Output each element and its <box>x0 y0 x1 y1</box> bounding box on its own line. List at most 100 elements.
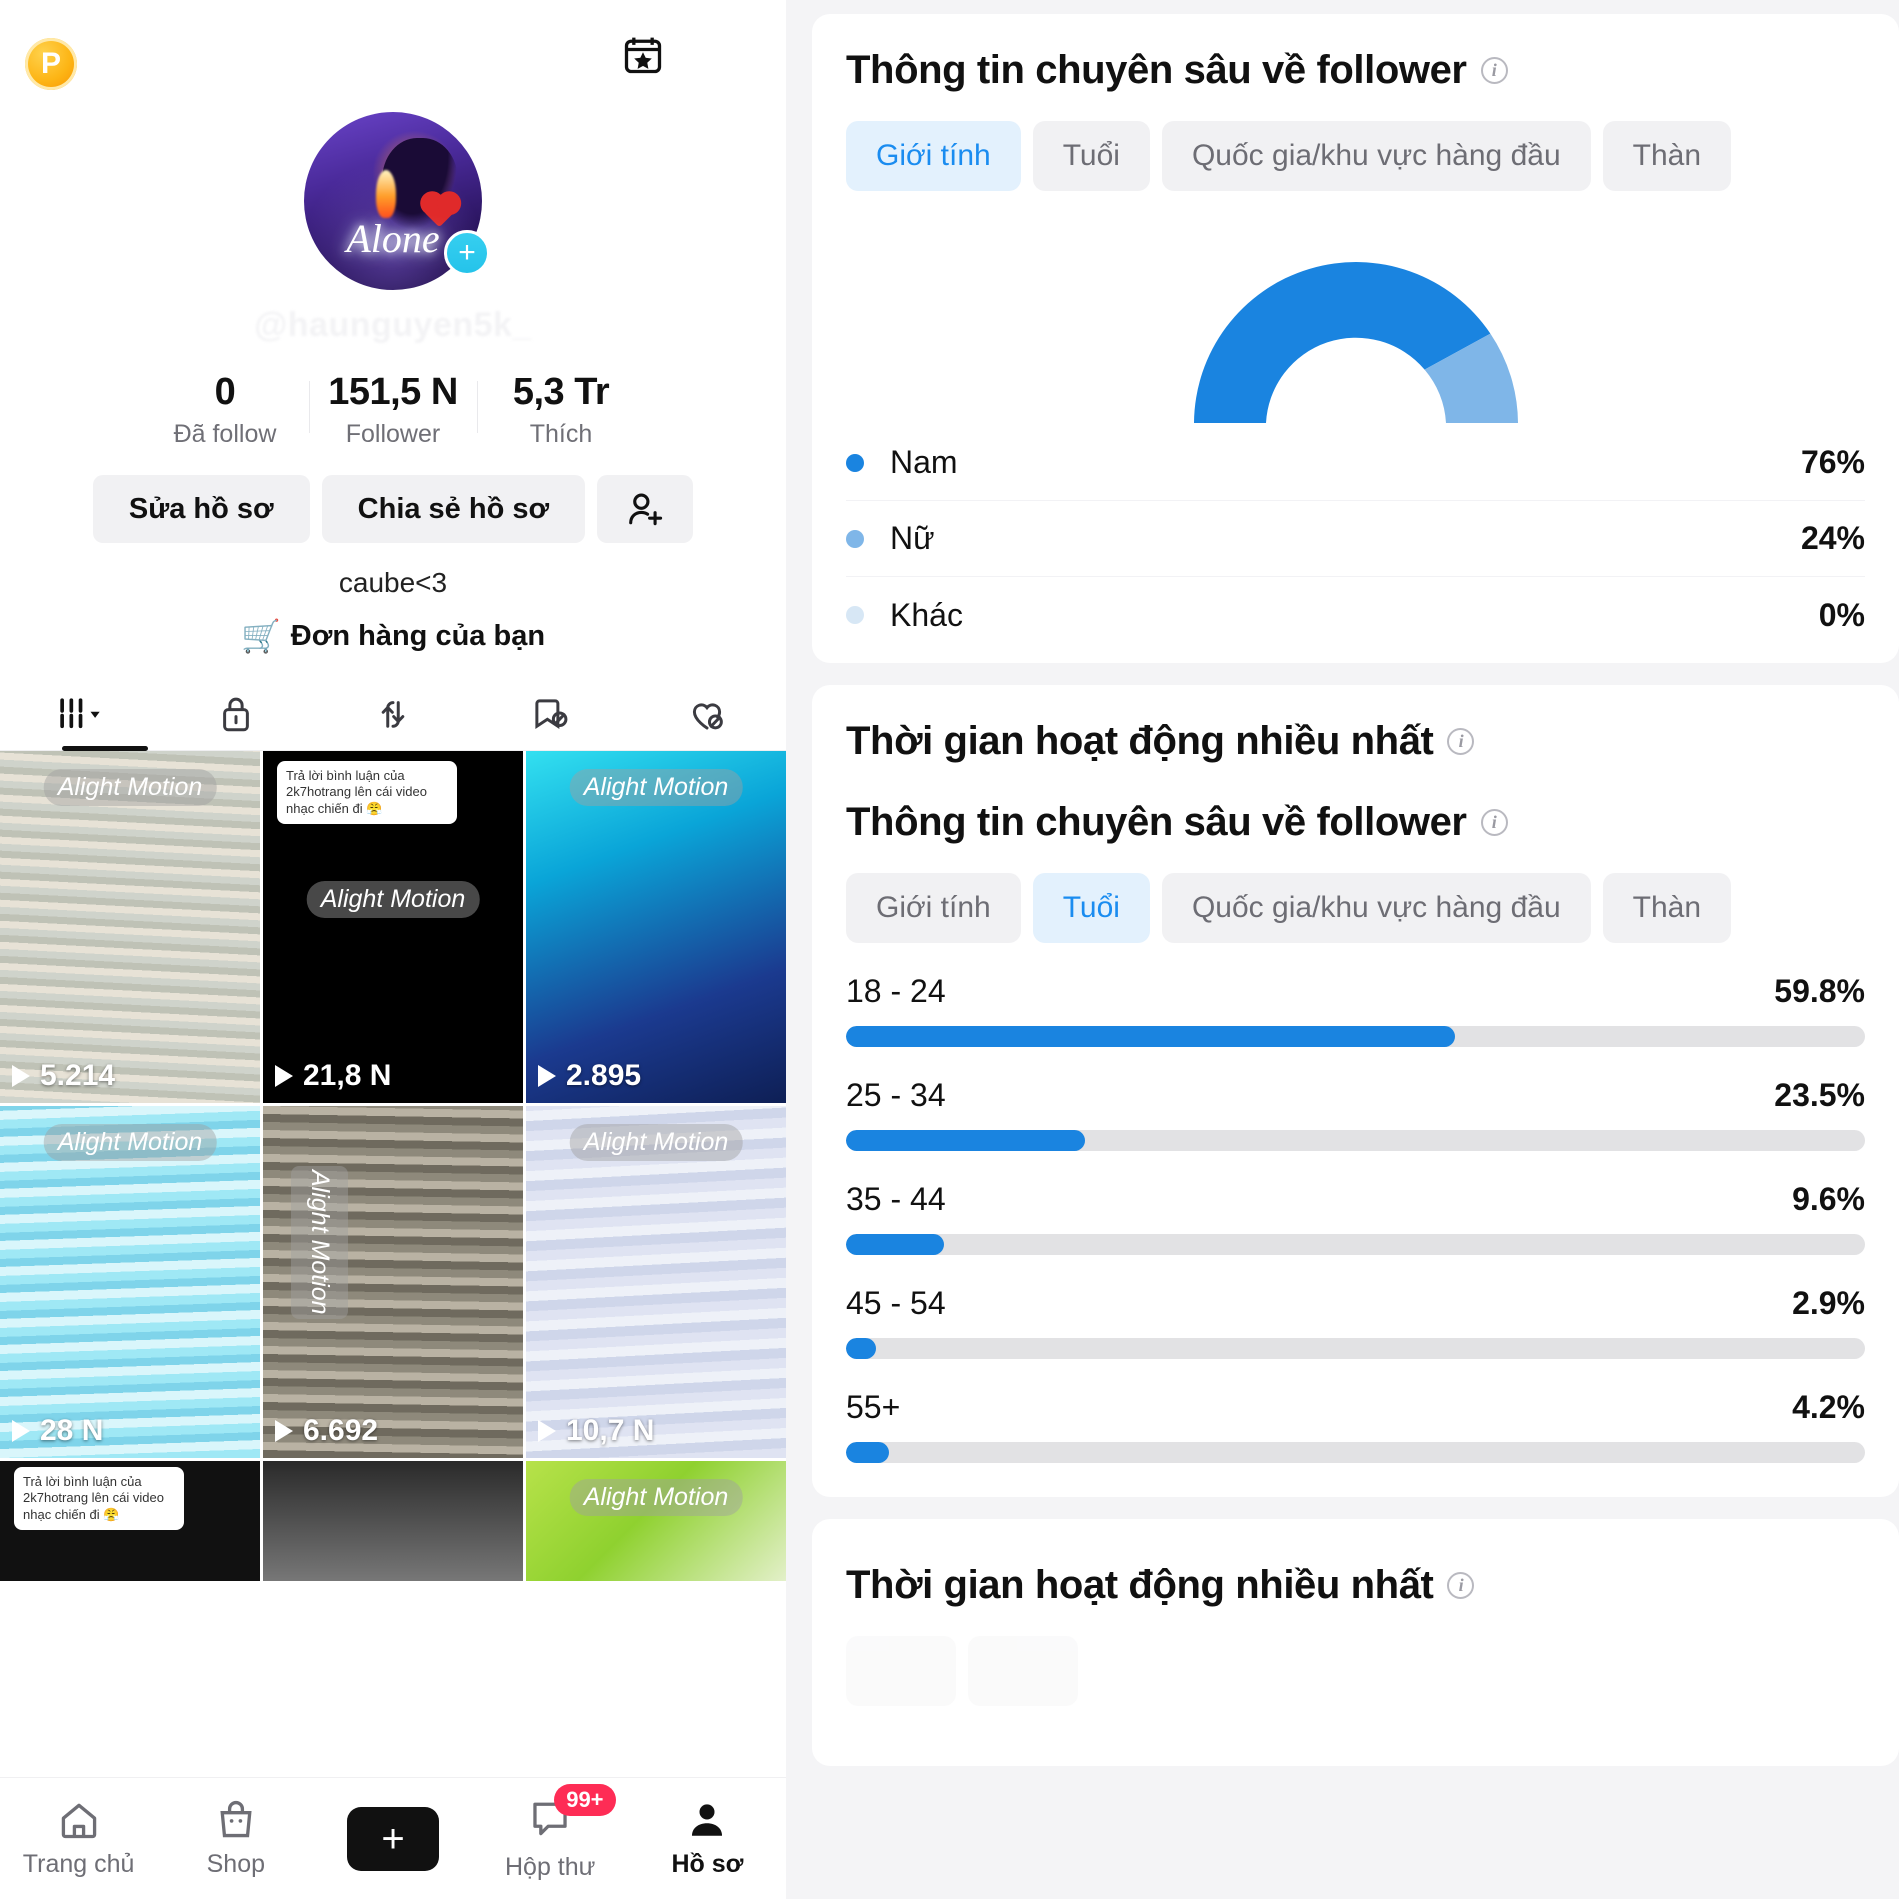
age-label: 18 - 24 <box>846 973 946 1009</box>
video-cell[interactable]: Alight Motion <box>526 1461 786 1581</box>
stat-label: Thích <box>529 420 593 448</box>
legend-dot <box>846 529 864 548</box>
chip-quoc-gia[interactable]: Quốc gia/khu vực hàng đầu <box>1161 121 1591 191</box>
video-views: 21,8 N <box>275 1059 391 1093</box>
nav-item-create[interactable]: + <box>314 1806 471 1871</box>
nav-label: Shop <box>206 1850 265 1878</box>
info-icon[interactable]: i <box>1480 809 1508 836</box>
nav-label: Hộp thư <box>505 1852 596 1881</box>
play-icon <box>275 1420 293 1442</box>
nav-label: Trang chủ <box>22 1850 135 1878</box>
watermark-label: Alight Motion <box>306 881 480 918</box>
tab-saved-hidden[interactable] <box>472 677 629 750</box>
chip-quoc-gia[interactable]: Quốc gia/khu vực hàng đầu <box>1161 873 1591 943</box>
video-cell[interactable]: Trả lời bình luận của 2k7hotrang lên cái… <box>263 751 523 1103</box>
age-row: 45 - 54 2.9% <box>846 1285 1865 1359</box>
info-icon[interactable]: i <box>1447 728 1475 755</box>
tab-private-lock[interactable] <box>157 677 314 750</box>
chip-thanh-pho[interactable]: Thàn <box>1602 121 1732 191</box>
stat-label: Follower <box>345 420 441 448</box>
calendar-star-icon[interactable] <box>620 32 666 78</box>
card-title-text: Thông tin chuyên sâu về follower <box>846 48 1467 92</box>
video-grid: Alight Motion 5.214 Trả lời bình luận củ… <box>0 751 786 1581</box>
tab-liked-hidden[interactable] <box>629 677 786 750</box>
chip-placeholder-1[interactable] <box>846 1636 957 1706</box>
nav-item-profile[interactable]: Hồ sơ <box>629 1798 786 1879</box>
age-bar-track <box>846 1130 1865 1151</box>
card-title: Thông tin chuyên sâu về follower i <box>846 48 1865 93</box>
tab-posts-grid[interactable] <box>0 677 157 750</box>
watermark-label: Alight Motion <box>569 1124 743 1161</box>
top-bar-icons <box>620 32 750 78</box>
video-cell[interactable]: Alight Motion 28 N <box>0 1106 260 1458</box>
stat-likes[interactable]: 5,3 Tr Thích <box>477 371 645 449</box>
nav-item-home[interactable]: Trang chủ <box>0 1798 157 1879</box>
legend-label: Khác <box>890 596 963 633</box>
your-orders-link[interactable]: 🛒 Đơn hàng của bạn <box>0 617 786 655</box>
info-icon[interactable]: i <box>1447 1572 1475 1599</box>
video-cell[interactable]: Trả lời bình luận của 2k7hotrang lên cái… <box>0 1461 260 1581</box>
age-percent: 2.9% <box>1792 1285 1865 1321</box>
hamburger-menu-icon[interactable] <box>708 32 750 78</box>
age-row: 55+ 4.2% <box>846 1389 1865 1463</box>
your-orders-label: Đơn hàng của bạn <box>290 619 546 652</box>
card-title-activity-1: Thời gian hoạt động nhiều nhất i <box>846 719 1865 764</box>
legend-row-nu: Nữ 24% <box>846 501 1865 577</box>
app-screenshot: P Alone + @haunguyen5k_ 0 Đã follow 151,… <box>0 0 1899 1899</box>
video-cell[interactable] <box>263 1461 523 1581</box>
video-cell[interactable]: Alight Motion 2.895 <box>526 751 786 1103</box>
video-cell[interactable]: Alight Motion 5.214 <box>0 751 260 1103</box>
age-percent: 9.6% <box>1792 1181 1865 1217</box>
avatar-add-icon[interactable]: + <box>444 230 490 276</box>
video-views: 28 N <box>12 1414 103 1448</box>
inbox-badge: 99+ <box>554 1783 616 1816</box>
play-icon <box>538 1065 556 1087</box>
legend-row-nam: Nam 76% <box>846 425 1865 501</box>
video-views: 2.895 <box>538 1059 641 1093</box>
stat-value: 0 <box>214 371 236 413</box>
tab-reposts[interactable] <box>314 677 471 750</box>
nav-label: Hồ sơ <box>671 1850 744 1878</box>
profile-action-buttons: Sửa hồ sơ Chia sẻ hồ sơ <box>0 475 786 543</box>
plus-create-icon[interactable]: + <box>339 1806 447 1871</box>
profile-handle: @haunguyen5k_ <box>254 306 532 344</box>
analytics-panel: Thông tin chuyên sâu về follower i Giới … <box>786 0 1899 1899</box>
share-profile-button[interactable]: Chia sẻ hồ sơ <box>321 475 586 543</box>
comment-sticker: Trả lời bình luận của 2k7hotrang lên cái… <box>14 1467 184 1530</box>
nav-item-inbox[interactable]: 99+ Hộp thư <box>472 1783 629 1882</box>
legend-dot <box>846 453 864 472</box>
add-person-icon[interactable] <box>597 475 694 543</box>
age-row: 25 - 34 23.5% <box>846 1077 1865 1151</box>
shopping-cart-icon: 🛒 <box>240 618 281 654</box>
age-bar-chart: 18 - 24 59.8% 25 - 34 23.5% 35 - 44 9.6%… <box>846 973 1865 1463</box>
chip-gioi-tinh[interactable]: Giới tính <box>846 121 1021 191</box>
gender-legend: Nam 76% Nữ 24% Khác 0% <box>846 425 1865 653</box>
nav-item-shop[interactable]: Shop <box>157 1798 314 1879</box>
legend-value: 24% <box>1800 520 1865 556</box>
legend-value: 0% <box>1818 596 1865 633</box>
points-coin-badge[interactable]: P <box>25 38 77 90</box>
chip-tuoi[interactable]: Tuổi <box>1032 121 1150 191</box>
age-bar-fill <box>846 1338 876 1359</box>
chip-thanh-pho[interactable]: Thàn <box>1602 873 1732 943</box>
age-bar-track <box>846 1338 1865 1359</box>
chip-gioi-tinh[interactable]: Giới tính <box>846 873 1021 943</box>
stat-followers[interactable]: 151,5 N Follower <box>309 371 477 449</box>
age-row: 18 - 24 59.8% <box>846 973 1865 1047</box>
card-title-text: Thời gian hoạt động nhiều nhất <box>846 1563 1434 1607</box>
profile-content-tabs <box>0 677 786 751</box>
edit-profile-button[interactable]: Sửa hồ sơ <box>92 475 310 543</box>
chip-tuoi[interactable]: Tuổi <box>1032 873 1150 943</box>
avatar[interactable]: Alone + <box>304 112 490 290</box>
stat-following[interactable]: 0 Đã follow <box>141 371 309 449</box>
age-bar-fill <box>846 1026 1456 1047</box>
legend-label: Nữ <box>890 520 935 556</box>
video-cell[interactable]: Alight Motion 6.692 <box>263 1106 523 1458</box>
age-bar-fill <box>846 1234 944 1255</box>
legend-dot <box>846 606 864 624</box>
profile-top-bar: P <box>0 0 786 130</box>
chip-placeholder-2[interactable] <box>968 1636 1079 1706</box>
watermark-label: Alight Motion <box>43 1124 217 1161</box>
info-icon[interactable]: i <box>1480 57 1508 84</box>
video-cell[interactable]: Alight Motion 10,7 N <box>526 1106 786 1458</box>
